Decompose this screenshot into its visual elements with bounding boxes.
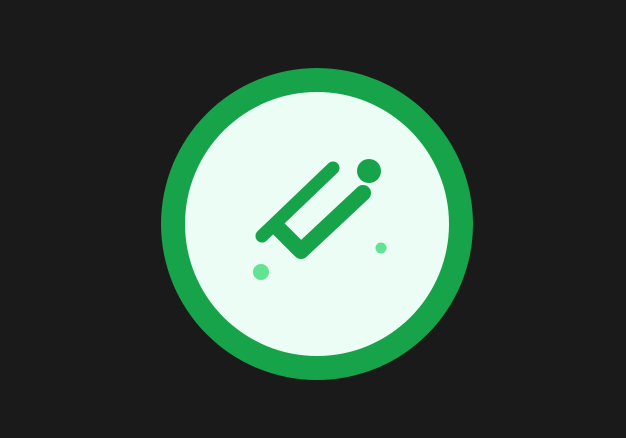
success-badge (161, 68, 473, 380)
success-screen (0, 0, 626, 438)
checkmark-tip-icon (357, 159, 381, 183)
sparkle-dot-icon (253, 264, 269, 280)
sparkle-dot-icon (375, 242, 387, 254)
badge-inner-circle (185, 92, 449, 356)
